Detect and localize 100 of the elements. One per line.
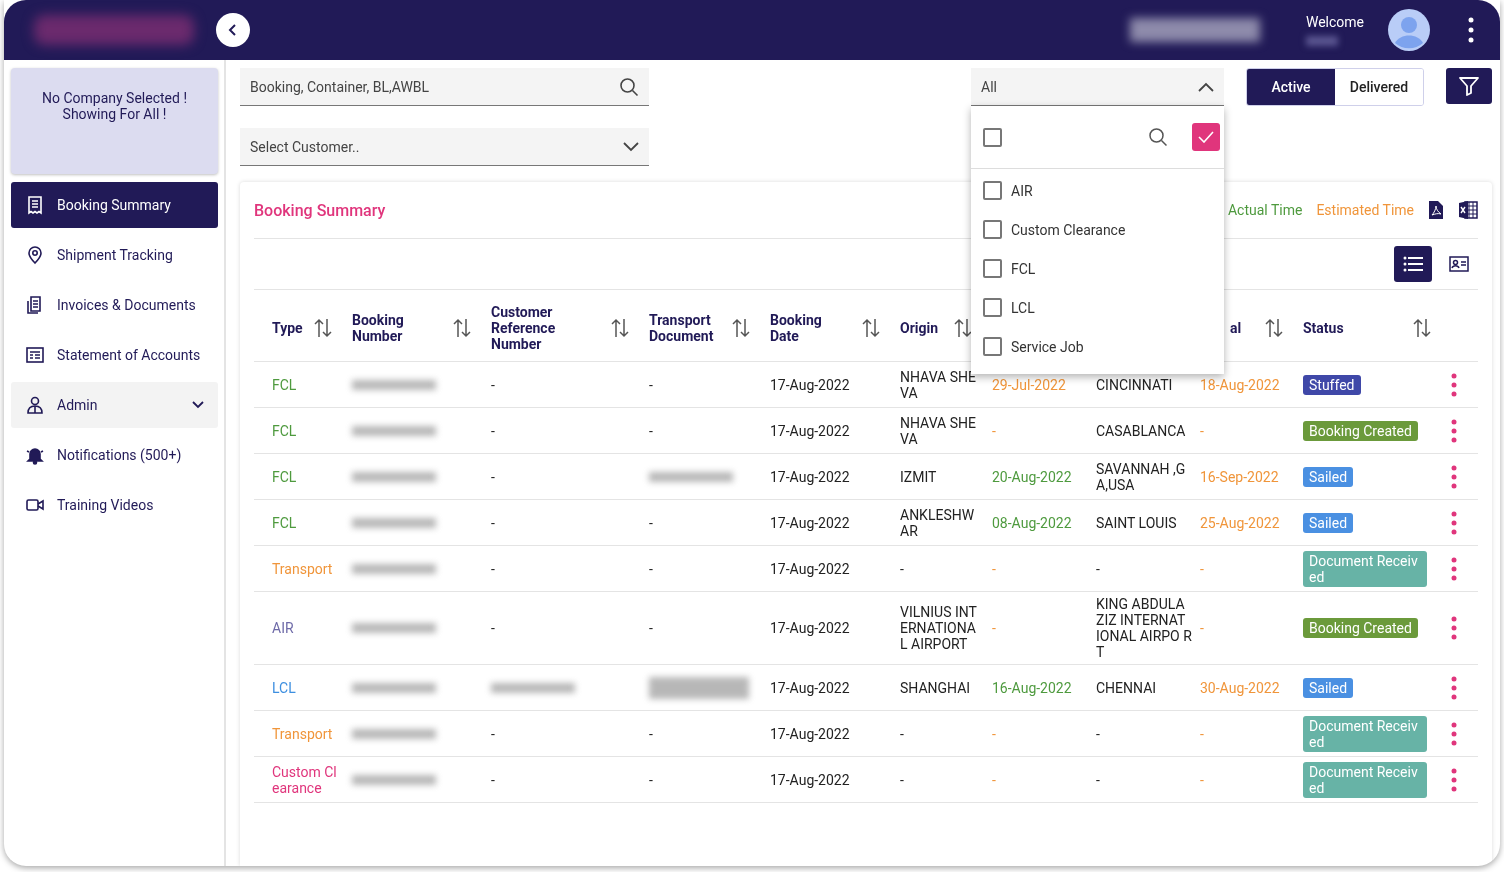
table-cell-text: - <box>491 422 496 439</box>
table-cell-text: 16-Aug-2022 <box>992 679 1073 696</box>
table-cell-text: 18-Aug-2022 <box>1200 376 1281 393</box>
list-view-button[interactable] <box>1394 246 1432 282</box>
sort-icon[interactable] <box>1265 317 1283 338</box>
table-cell-text: NHAVA SHE VA <box>900 414 977 447</box>
table-cell-text: - <box>649 560 654 577</box>
avatar-icon[interactable] <box>1388 9 1430 51</box>
table-cell-text: 17-Aug-2022 <box>770 468 851 485</box>
legend-label: Estimated Time <box>1316 202 1414 218</box>
type-cell-text: FCL <box>272 376 298 393</box>
table-cell-text: - <box>1200 771 1205 788</box>
column-header[interactable]: Transport Document <box>649 311 722 344</box>
chevron-icon <box>623 141 639 152</box>
search-icon <box>619 77 639 97</box>
company-notice: No Company Selected ! Showing For All ! <box>11 68 218 174</box>
sidebar-item[interactable]: Booking Summary <box>11 182 218 228</box>
sort-icon[interactable] <box>314 317 332 338</box>
sidebar-item[interactable]: Admin <box>11 382 218 428</box>
table-cell-text: 17-Aug-2022 <box>770 376 851 393</box>
sort-icon[interactable] <box>954 317 972 338</box>
table-cell-text: 17-Aug-2022 <box>770 771 851 788</box>
confirm-button[interactable] <box>1192 123 1220 151</box>
dropdown-option[interactable]: LCL <box>971 288 1224 327</box>
column-header[interactable]: al <box>1230 319 1242 336</box>
sort-icon[interactable] <box>732 317 750 338</box>
status-badge: Sailed <box>1303 512 1354 533</box>
table-cell-text: 17-Aug-2022 <box>770 422 851 439</box>
sidebar-item[interactable]: Statement of Accounts <box>11 332 218 378</box>
sort-icon[interactable] <box>453 317 471 338</box>
status-badge: Booking Created <box>1303 618 1418 638</box>
table-cell-text: 16-Sep-2022 <box>1200 468 1280 485</box>
sort-icon[interactable] <box>611 317 629 338</box>
status-badge: Sailed <box>1303 677 1354 698</box>
search-field[interactable]: Booking, Container, BL,AWBL <box>240 68 649 106</box>
table-cell-text: - <box>649 620 654 636</box>
table-cell-text: 29-Jul-2022 <box>992 376 1067 393</box>
table-cell-text: - <box>491 620 496 636</box>
table-cell-text: 17-Aug-2022 <box>770 514 851 531</box>
table-cell-text: - <box>992 560 997 577</box>
table-cell-text: 30-Aug-2022 <box>1200 679 1281 696</box>
table-cell-text: VILNIUS INT ERNATIONA L AIRPORT <box>900 604 978 652</box>
sort-icon[interactable] <box>1413 317 1431 338</box>
filter-button[interactable] <box>1446 68 1492 104</box>
table-cell-text: - <box>649 771 654 788</box>
table-cell-text: NHAVA SHE VA <box>900 368 977 401</box>
chevron-icon <box>1198 81 1214 92</box>
table-cell-text: - <box>649 376 654 393</box>
sidebar-item[interactable]: Shipment Tracking <box>11 232 218 278</box>
more-icon[interactable] <box>1468 17 1474 43</box>
column-header[interactable]: Origin <box>900 319 939 336</box>
table-cell-text: - <box>491 560 496 577</box>
table-cell-text: CINCINNATI <box>1096 376 1174 393</box>
table-cell-text: - <box>992 771 997 788</box>
column-header[interactable]: Booking Date <box>770 311 852 344</box>
customer-select[interactable]: Select Customer.. <box>240 128 649 166</box>
pdf-icon[interactable] <box>1428 200 1444 220</box>
table-cell-text: 17-Aug-2022 <box>770 679 851 696</box>
type-cell-text: Custom Cl earance <box>272 763 338 796</box>
table-cell-text: - <box>1096 771 1101 788</box>
dropdown-option[interactable]: FCL <box>971 249 1224 288</box>
receipt-icon <box>25 195 45 215</box>
table-cell-text: 20-Aug-2022 <box>992 468 1073 485</box>
type-select[interactable]: All <box>971 68 1224 106</box>
type-cell-text: FCL <box>272 422 298 439</box>
column-header[interactable]: Customer Reference Number <box>491 303 601 352</box>
table-cell-text: - <box>649 514 654 531</box>
table-cell-text: - <box>649 725 654 742</box>
table-cell-text: - <box>491 725 496 742</box>
column-header[interactable]: Status <box>1303 319 1344 336</box>
table-cell-text: CASABLANCA <box>1096 422 1187 439</box>
excel-icon[interactable] <box>1458 200 1478 220</box>
column-header[interactable]: Booking Number <box>352 311 443 344</box>
table-cell-text: - <box>1200 620 1205 636</box>
checkbox[interactable] <box>983 127 1002 147</box>
type-cell-text: FCL <box>272 468 298 485</box>
checkmark-icon <box>1198 131 1214 143</box>
dropdown-option[interactable]: AIR <box>971 171 1224 210</box>
table-cell-text: - <box>1200 560 1205 577</box>
back-button[interactable] <box>216 13 250 47</box>
sort-icon[interactable] <box>862 317 880 338</box>
search-icon[interactable] <box>1148 127 1168 147</box>
table-cell-text: - <box>1096 725 1101 742</box>
table-cell-text: - <box>491 468 496 485</box>
table-cell-text: ANKLESHW AR <box>900 506 976 539</box>
table-cell-text: - <box>491 376 496 393</box>
sidebar-item[interactable]: Training Videos <box>11 482 218 528</box>
table-cell-text: - <box>1200 725 1205 742</box>
sidebar-item[interactable]: Notifications (500+) <box>11 432 218 478</box>
table-cell-text: 17-Aug-2022 <box>770 725 851 742</box>
table-cell-text: - <box>1096 560 1101 577</box>
status-tab[interactable]: Active <box>1247 69 1335 105</box>
type-cell-text: FCL <box>272 514 298 531</box>
dropdown-option[interactable]: Custom Clearance <box>971 210 1224 249</box>
dropdown-option[interactable]: Service Job <box>971 327 1224 366</box>
statement-icon <box>25 345 45 365</box>
sidebar-item[interactable]: Invoices & Documents <box>11 282 218 328</box>
table-cell-text: - <box>992 620 997 636</box>
column-header[interactable]: Type <box>272 319 303 336</box>
table-cell-text: 08-Aug-2022 <box>992 514 1073 531</box>
